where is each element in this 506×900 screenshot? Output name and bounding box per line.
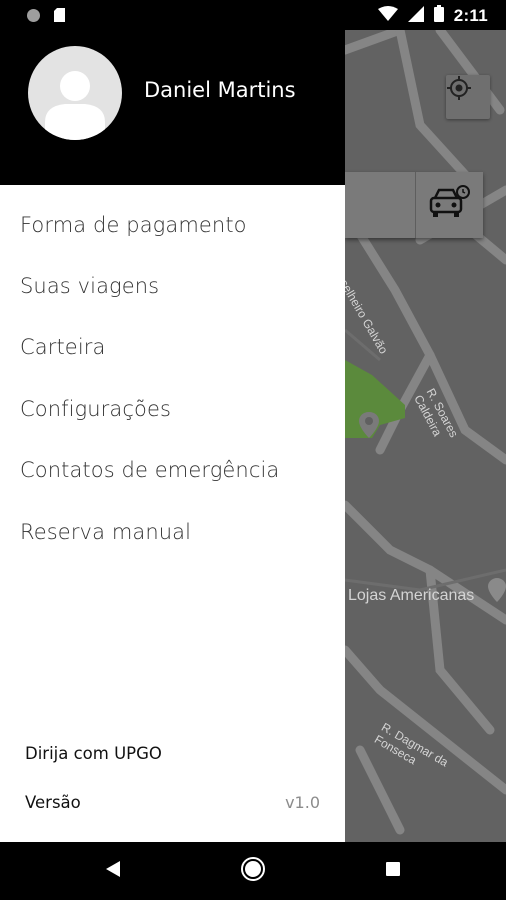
destination-card[interactable] (345, 172, 483, 238)
version-label: Versão (25, 793, 81, 812)
menu-item-manual-booking[interactable]: Reserva manual (0, 501, 345, 562)
locate-me-button[interactable] (446, 75, 490, 119)
user-silhouette-icon (45, 71, 105, 140)
menu-item-settings[interactable]: Configurações (0, 378, 345, 439)
status-bar: 2:11 (0, 0, 506, 30)
back-button[interactable] (97, 855, 129, 887)
avatar[interactable] (28, 46, 122, 140)
menu-item-trips[interactable]: Suas viagens (0, 255, 345, 316)
recents-icon (385, 861, 401, 881)
poi-label: Lojas Americanas (348, 587, 475, 604)
navigation-drawer: Daniel Martins Forma de pagamento Suas v… (0, 30, 345, 842)
drawer-menu: Forma de pagamento Suas viagens Carteira… (0, 194, 345, 562)
home-icon (240, 856, 266, 886)
version-value: v1.0 (285, 793, 320, 812)
status-clock: 2:11 (453, 6, 488, 25)
circle-notification-icon (26, 8, 41, 27)
sd-card-icon (53, 7, 66, 27)
system-nav-bar (0, 842, 506, 900)
wifi-icon (377, 5, 398, 27)
menu-item-payment[interactable]: Forma de pagamento (0, 194, 345, 255)
user-name: Daniel Martins (144, 78, 296, 102)
menu-item-emergency-contacts[interactable]: Contatos de emergência (0, 440, 345, 501)
card-divider (415, 172, 416, 238)
recents-button[interactable] (377, 855, 409, 887)
home-button[interactable] (237, 855, 269, 887)
back-icon (105, 860, 121, 882)
drive-with-upgo-link[interactable]: Dirija com UPGO (25, 744, 162, 763)
battery-icon (433, 5, 444, 27)
menu-item-wallet[interactable]: Carteira (0, 317, 345, 378)
drawer-header: Daniel Martins (0, 30, 345, 185)
cell-signal-icon (407, 5, 424, 27)
